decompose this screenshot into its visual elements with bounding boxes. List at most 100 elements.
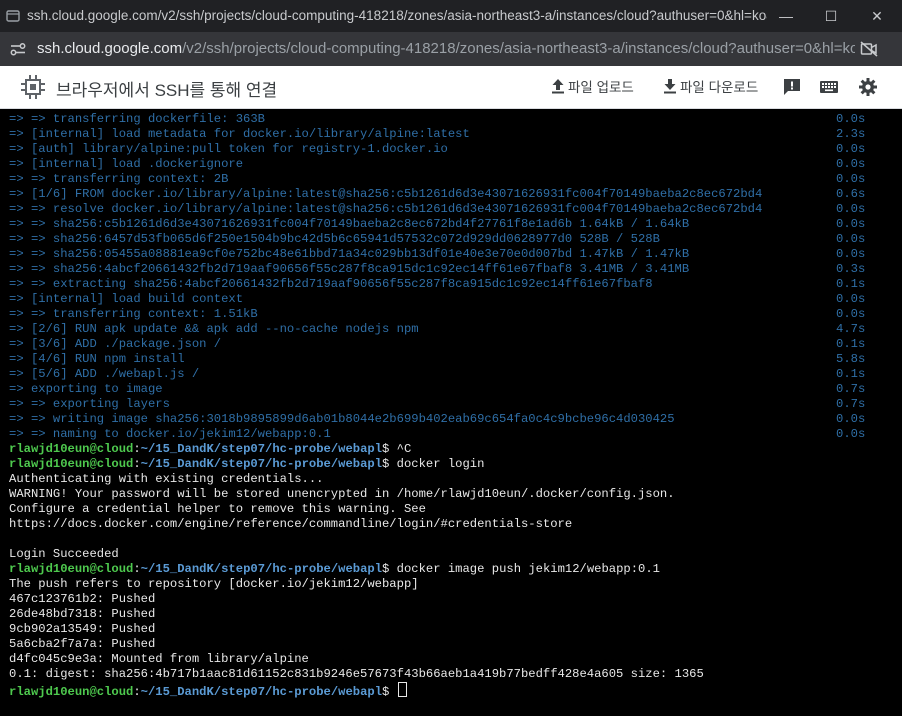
ssh-header: 브라우저에서 SSH를 통해 연결 파일 업로드 파일 다운로드 <box>0 66 902 109</box>
build-log-line: => => writing image sha256:3018b9895899d… <box>9 412 865 427</box>
build-log-time: 0.0s <box>836 247 866 261</box>
chip-icon <box>21 75 45 99</box>
terminal-output-line: The push refers to repository [docker.io… <box>9 577 419 591</box>
build-log-text: => [3/6] ADD ./package.json / <box>9 337 222 351</box>
gear-icon[interactable] <box>858 77 878 97</box>
terminal-prompt-line: rlawjd10eun@cloud:~/15_DandK/step07/hc-p… <box>9 682 407 699</box>
build-log-line: => => transferring dockerfile: 363B 0.0s <box>9 112 865 127</box>
build-log-text: => [4/6] RUN npm install <box>9 352 185 366</box>
build-log-line: => => transferring context: 2B 0.0s <box>9 172 865 187</box>
minimize-button[interactable]: — <box>766 4 806 28</box>
window-title-bar: ssh.cloud.google.com/v2/ssh/projects/clo… <box>0 0 902 32</box>
build-log-time: 4.7s <box>836 322 866 336</box>
build-log-time: 0.7s <box>836 382 866 396</box>
terminal-output-line: 5a6cba2f7a7a: Pushed <box>9 637 156 651</box>
terminal-output-line: 0.1: digest: sha256:4b717b1aac81d61152c8… <box>9 667 704 681</box>
build-log-text: => => sha256:6457d53fb065d6f250e1504b9bc… <box>9 232 660 246</box>
url-host: ssh.cloud.google.com <box>37 40 183 57</box>
build-log-line: => [2/6] RUN apk update && apk add --no-… <box>9 322 865 337</box>
build-log-line: => => sha256:c5b1261d6d3e43071626931fc00… <box>9 217 865 232</box>
build-log-text: => [auth] library/alpine:pull token for … <box>9 142 448 156</box>
build-log-text: => [internal] load build context <box>9 292 244 306</box>
build-log-text: => => resolve docker.io/library/alpine:l… <box>9 202 763 216</box>
build-log-line: => [internal] load .dockerignore 0.0s <box>9 157 865 172</box>
build-log-text: => => transferring dockerfile: 363B <box>9 112 265 126</box>
build-log-text: => => writing image sha256:3018b9895899d… <box>9 412 675 426</box>
build-log-text: => [internal] load metadata for docker.i… <box>9 127 470 141</box>
build-log-time: 0.0s <box>836 172 866 186</box>
build-log-time: 0.0s <box>836 142 866 156</box>
terminal-output-line: https://docs.docker.com/engine/reference… <box>9 517 573 531</box>
keyboard-icon[interactable] <box>819 77 839 97</box>
terminal-output[interactable]: => => transferring dockerfile: 363B 0.0s =… <box>0 109 902 716</box>
build-log-time: 0.1s <box>836 367 866 381</box>
build-log-text: => [2/6] RUN apk update && apk add --no-… <box>9 322 419 336</box>
build-log-line: => [1/6] FROM docker.io/library/alpine:l… <box>9 187 865 202</box>
build-log-time: 0.0s <box>836 157 866 171</box>
url-path: /v2/ssh/projects/cloud-computing-418218/… <box>182 40 855 57</box>
build-log-time: 0.0s <box>836 202 866 216</box>
build-log-text: => => exporting layers <box>9 397 170 411</box>
build-log-text: => => sha256:05455a08881ea9cf0e752bc48e6… <box>9 247 690 261</box>
download-icon <box>664 79 676 94</box>
build-log-line: => [4/6] RUN npm install 5.8s <box>9 352 865 367</box>
build-log-line: => => extracting sha256:4abcf20661432fb2… <box>9 277 865 292</box>
build-log-line: => => sha256:4abcf20661432fb2d719aaf9065… <box>9 262 865 277</box>
terminal-output-line: Configure a credential helper to remove … <box>9 502 426 516</box>
build-log-text: => => sha256:4abcf20661432fb2d719aaf9065… <box>9 262 690 276</box>
maximize-button[interactable]: ☐ <box>811 4 851 28</box>
terminal-output-line: WARNING! Your password will be stored un… <box>9 487 675 501</box>
build-log-time: 5.8s <box>836 352 866 366</box>
terminal-prompt-line: rlawjd10eun@cloud:~/15_DandK/step07/hc-p… <box>9 442 412 456</box>
build-log-time: 0.0s <box>836 112 866 126</box>
feedback-icon[interactable] <box>782 77 802 97</box>
build-log-time: 0.0s <box>836 427 866 441</box>
build-log-text: => [5/6] ADD ./webapl.js / <box>9 367 200 381</box>
build-log-line: => => sha256:05455a08881ea9cf0e752bc48e6… <box>9 247 865 262</box>
build-log-line: => [5/6] ADD ./webapl.js / 0.1s <box>9 367 865 382</box>
build-log-line: => [internal] load metadata for docker.i… <box>9 127 865 142</box>
build-log-line: => => exporting layers 0.7s <box>9 397 865 412</box>
terminal-output-line: 467c123761b2: Pushed <box>9 592 156 606</box>
build-log-text: => => naming to docker.io/jekim12/webapp… <box>9 427 331 441</box>
build-log-text: => => extracting sha256:4abcf20661432fb2… <box>9 277 653 291</box>
terminal-output-line: 26de48bd7318: Pushed <box>9 607 156 621</box>
build-log-line: => [3/6] ADD ./package.json / 0.1s <box>9 337 865 352</box>
build-log-time: 0.1s <box>836 277 866 291</box>
build-log-time: 0.0s <box>836 217 866 231</box>
window-title: ssh.cloud.google.com/v2/ssh/projects/clo… <box>27 8 767 23</box>
url-field[interactable]: ssh.cloud.google.com/v2/ssh/projects/clo… <box>37 40 855 57</box>
build-log-line: => [auth] library/alpine:pull token for … <box>9 142 865 157</box>
build-log-time: 0.6s <box>836 187 866 201</box>
page-title: 브라우저에서 SSH를 통해 연결 <box>56 81 278 100</box>
build-log-time: 2.3s <box>836 127 866 141</box>
terminal-output-line: Authenticating with existing credentials… <box>9 472 324 486</box>
build-log-line: => => sha256:6457d53fb065d6f250e1504b9bc… <box>9 232 865 247</box>
build-log-time: 0.1s <box>836 337 866 351</box>
terminal-output-line: Login Succeeded <box>9 547 119 561</box>
terminal-output-line: d4fc045c9e3a: Mounted from library/alpin… <box>9 652 309 666</box>
terminal-cursor[interactable] <box>397 682 407 697</box>
site-info-icon[interactable] <box>10 42 26 56</box>
download-file-button[interactable]: 파일 다운로드 <box>663 76 758 96</box>
upload-file-label: 파일 업로드 <box>568 80 634 95</box>
build-log-text: => => sha256:c5b1261d6d3e43071626931fc00… <box>9 217 690 231</box>
build-log-time: 0.7s <box>836 397 866 411</box>
build-log-text: => exporting to image <box>9 382 163 396</box>
terminal-prompt-line: rlawjd10eun@cloud:~/15_DandK/step07/hc-p… <box>9 562 660 576</box>
build-log-text: => [internal] load .dockerignore <box>9 157 244 171</box>
build-log-time: 0.3s <box>836 262 866 276</box>
build-log-time: 0.0s <box>836 307 866 321</box>
address-bar: ssh.cloud.google.com/v2/ssh/projects/clo… <box>0 32 902 66</box>
build-log-text: => [1/6] FROM docker.io/library/alpine:l… <box>9 187 763 201</box>
build-log-text: => => transferring context: 2B <box>9 172 229 186</box>
build-log-line: => exporting to image 0.7s <box>9 382 865 397</box>
terminal-prompt-line: rlawjd10eun@cloud:~/15_DandK/step07/hc-p… <box>9 457 485 471</box>
build-log-text: => => transferring context: 1.51kB <box>9 307 258 321</box>
camera-off-icon[interactable] <box>860 41 878 57</box>
build-log-line: => => naming to docker.io/jekim12/webapp… <box>9 427 865 442</box>
upload-icon <box>552 79 564 94</box>
upload-file-button[interactable]: 파일 업로드 <box>551 76 634 96</box>
build-log-time: 0.0s <box>836 232 866 246</box>
close-button[interactable]: ✕ <box>857 4 897 28</box>
